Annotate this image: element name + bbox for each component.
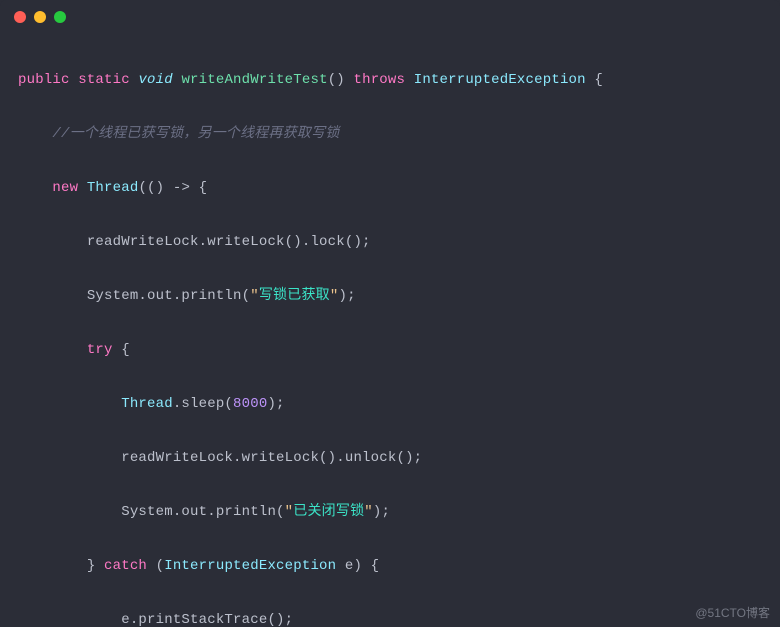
keyword-catch: catch xyxy=(104,558,147,574)
brace: } xyxy=(87,558,104,574)
keyword-static: static xyxy=(78,72,130,88)
punct: ); xyxy=(373,504,390,520)
punct: ) { xyxy=(353,558,379,574)
close-icon[interactable] xyxy=(14,11,26,23)
code-line: readWriteLock.writeLock().unlock(); xyxy=(18,445,780,472)
string-quote: " xyxy=(285,504,294,520)
code-line: Thread.sleep(8000); xyxy=(18,391,780,418)
class-exception: InterruptedException xyxy=(414,72,586,88)
punct: ); xyxy=(338,288,355,304)
method-call: System.out.println( xyxy=(121,504,284,520)
type-void: void xyxy=(138,72,172,88)
comment: //一个线程已获写锁，另一个线程再获取写锁 xyxy=(52,126,339,142)
method-call: readWriteLock.writeLock().unlock(); xyxy=(121,450,422,466)
paren: ( xyxy=(147,558,164,574)
minimize-icon[interactable] xyxy=(34,11,46,23)
code-line: try { xyxy=(18,337,780,364)
window-titlebar xyxy=(0,0,780,34)
keyword-throws: throws xyxy=(354,72,406,88)
class-exception: InterruptedException xyxy=(164,558,336,574)
number-literal: 8000 xyxy=(233,396,267,412)
method-call: System.out.println( xyxy=(87,288,250,304)
zoom-icon[interactable] xyxy=(54,11,66,23)
string-quote: " xyxy=(250,288,259,304)
variable: e xyxy=(336,558,353,574)
string-literal: 已关闭写锁 xyxy=(293,504,364,520)
punct: () xyxy=(328,72,354,88)
method-name: writeAndWriteTest xyxy=(181,72,327,88)
string-quote: " xyxy=(364,504,373,520)
brace: { xyxy=(586,72,603,88)
code-line: //一个线程已获写锁，另一个线程再获取写锁 xyxy=(18,121,780,148)
code-line: public static void writeAndWriteTest() t… xyxy=(18,67,780,94)
brace: { xyxy=(113,342,130,358)
code-line: new Thread(() -> { xyxy=(18,175,780,202)
editor-window: public static void writeAndWriteTest() t… xyxy=(0,0,780,627)
code-line: System.out.println("写锁已获取"); xyxy=(18,283,780,310)
method-call: readWriteLock.writeLock().lock(); xyxy=(87,234,371,250)
code-line: } catch (InterruptedException e) { xyxy=(18,553,780,580)
watermark: @51CTO博客 xyxy=(695,604,770,621)
string-literal: 写锁已获取 xyxy=(259,288,330,304)
code-line: readWriteLock.writeLock().lock(); xyxy=(18,229,780,256)
punct: ); xyxy=(267,396,284,412)
lambda: (() -> { xyxy=(138,180,207,196)
method-call: e.printStackTrace(); xyxy=(121,612,293,627)
code-line: e.printStackTrace(); xyxy=(18,607,780,627)
keyword-try: try xyxy=(87,342,113,358)
class-thread: Thread xyxy=(121,396,173,412)
class-thread: Thread xyxy=(87,180,139,196)
method-call: .sleep( xyxy=(173,396,233,412)
keyword-public: public xyxy=(18,72,70,88)
code-line: System.out.println("已关闭写锁"); xyxy=(18,499,780,526)
keyword-new: new xyxy=(52,180,78,196)
code-editor[interactable]: public static void writeAndWriteTest() t… xyxy=(0,34,780,627)
